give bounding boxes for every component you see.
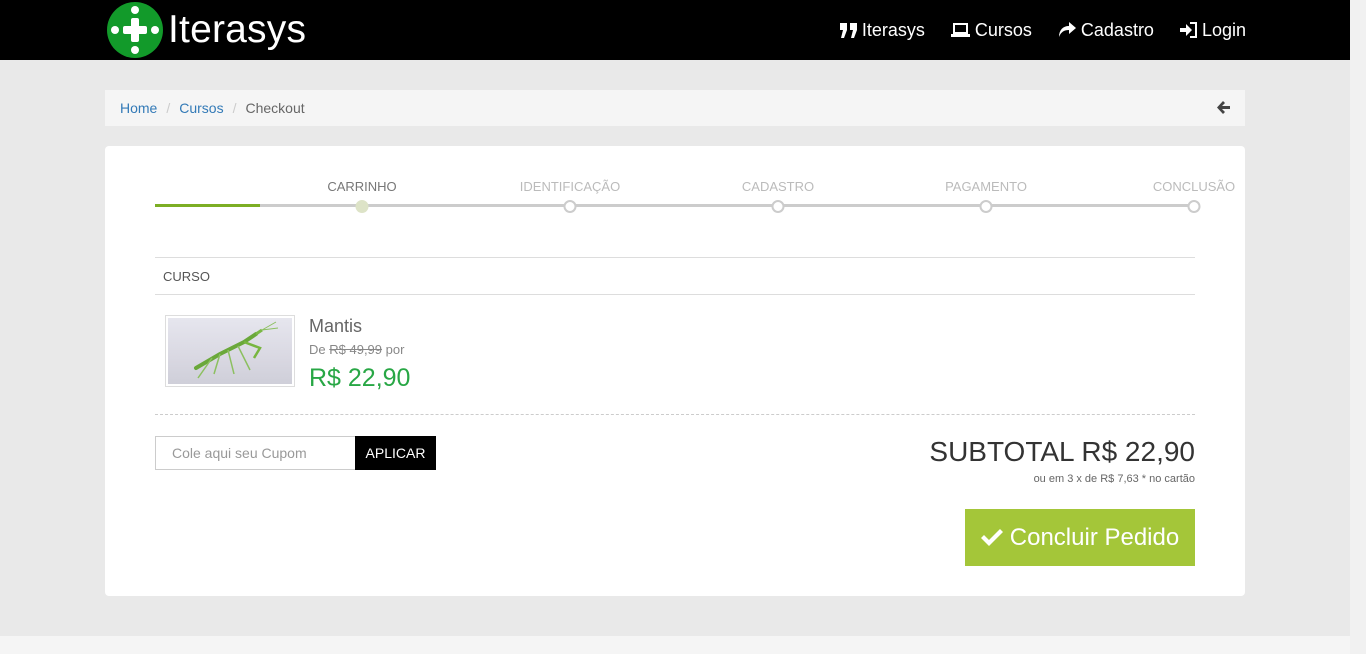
finish-order-button[interactable]: Concluir Pedido <box>965 509 1195 566</box>
nav-item-label: Cursos <box>974 19 1032 40</box>
breadcrumb: Home / Cursos / Checkout <box>105 90 1245 126</box>
step-label-identificacao: IDENTIFICAÇÃO <box>519 179 621 194</box>
apply-coupon-button[interactable]: APLICAR <box>355 436 436 470</box>
nav-item-label: Iterasys <box>861 19 925 40</box>
product-old-price: De R$ 49,99 por <box>309 342 404 357</box>
old-price-suffix: por <box>385 342 405 357</box>
step-dot-identificacao <box>563 200 577 213</box>
quote-icon <box>839 22 857 38</box>
breadcrumb-cursos[interactable]: Cursos <box>179 100 223 116</box>
product-thumbnail[interactable] <box>165 315 295 387</box>
nav-item-login[interactable]: Login <box>1179 19 1246 41</box>
divider <box>155 414 1195 415</box>
product-name[interactable]: Mantis <box>309 316 362 337</box>
checkout-card: CARRINHO IDENTIFICAÇÃO CADASTRO PAGAMENT… <box>105 146 1245 596</box>
check-icon <box>980 528 1003 546</box>
nav-item-label: Login <box>1201 19 1246 40</box>
footer <box>0 636 1350 654</box>
step-label-carrinho: CARRINHO <box>327 179 397 194</box>
page-scrollbar[interactable] <box>1350 0 1366 654</box>
step-label-cadastro: CADASTRO <box>741 179 815 194</box>
installments-text: ou em 3 x de R$ 7,63 * no cartão <box>1033 473 1195 485</box>
nav-item-cursos[interactable]: Cursos <box>950 19 1032 41</box>
subtotal: SUBTOTAL R$ 22,90 <box>929 436 1195 467</box>
breadcrumb-current: Checkout <box>245 100 305 116</box>
step-dot-conclusao <box>1187 200 1201 213</box>
step-label-pagamento: PAGAMENTO <box>945 179 1027 194</box>
iterasys-logo <box>107 2 163 58</box>
column-header-curso: CURSO <box>163 268 210 284</box>
brand-name: Iterasys <box>168 8 307 51</box>
brand[interactable]: Iterasys <box>107 2 306 58</box>
nav-item-label: Cadastro <box>1080 19 1154 40</box>
finish-order-label: Concluir Pedido <box>1009 523 1180 551</box>
login-icon <box>1179 22 1197 38</box>
old-price-value: R$ 49,99 <box>329 342 383 357</box>
breadcrumb-separator: / <box>166 100 171 116</box>
share-icon <box>1058 22 1076 37</box>
step-label-conclusao: CONCLUSÃO <box>1152 179 1236 194</box>
step-dot-cadastro <box>771 200 785 213</box>
nav-item-iterasys[interactable]: Iterasys <box>839 19 925 41</box>
step-dot-carrinho <box>355 200 369 213</box>
cart-table-header: CURSO <box>155 257 1195 295</box>
arrow-left-icon[interactable] <box>1217 101 1230 114</box>
breadcrumb-separator: / <box>232 100 237 116</box>
product-image <box>168 318 292 384</box>
step-dot-pagamento <box>979 200 993 213</box>
progress-track <box>155 204 1195 207</box>
coupon-input[interactable] <box>155 436 355 470</box>
product-price: R$ 22,90 <box>309 364 411 392</box>
main-nav: Iterasys Cursos Cadastro Login <box>814 0 1246 60</box>
progress-fill <box>155 204 260 207</box>
breadcrumb-home[interactable]: Home <box>120 100 157 116</box>
old-price-prefix: De <box>309 342 326 357</box>
top-navbar: Iterasys Iterasys Cursos Cadastro Login <box>0 0 1350 60</box>
laptop-icon <box>950 22 970 37</box>
nav-item-cadastro[interactable]: Cadastro <box>1058 20 1154 41</box>
